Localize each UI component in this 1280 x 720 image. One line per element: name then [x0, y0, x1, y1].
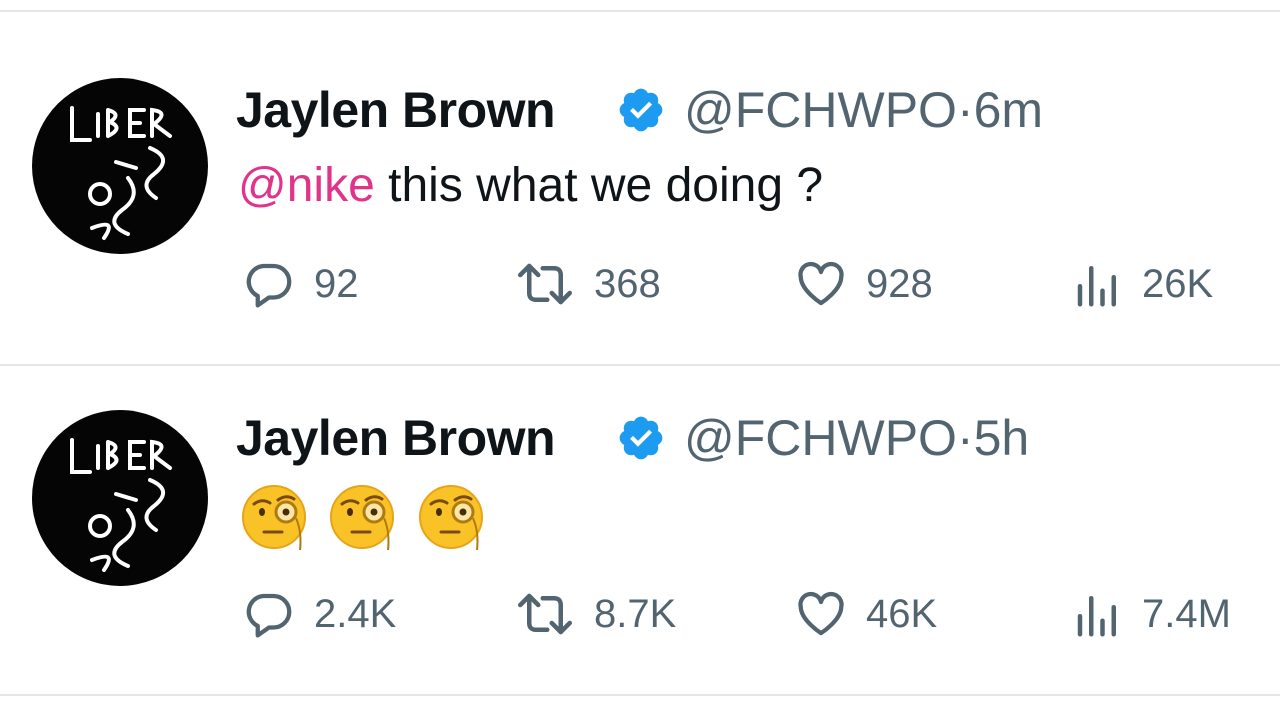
views-button[interactable]: 7.4M — [1070, 586, 1231, 642]
view-count: 26K — [1142, 261, 1214, 306]
retweet-count: 368 — [594, 261, 661, 306]
tweet-text-body: this what we doing ? — [374, 159, 824, 212]
view-count: 7.4M — [1142, 591, 1231, 636]
tweet-timestamp[interactable]: 6m — [974, 82, 1043, 138]
face-with-monocle-icon — [242, 485, 306, 551]
separator-dot: · — [956, 410, 974, 466]
verified-badge-icon — [619, 416, 663, 460]
like-button[interactable]: 46K — [792, 586, 937, 642]
reply-count: 92 — [314, 261, 359, 306]
face-with-monocle-icon — [330, 485, 395, 551]
author-name[interactable]: Jaylen Brown — [236, 80, 556, 140]
avatar[interactable] — [32, 410, 208, 586]
views-icon — [1077, 266, 1116, 307]
views-icon — [1077, 596, 1116, 637]
tweet-emojis — [240, 482, 501, 552]
author-handle[interactable]: @FCHWPO — [684, 410, 957, 466]
tweet-timestamp[interactable]: 5h — [974, 410, 1030, 466]
retweet-icon — [518, 593, 572, 635]
verified-badge-icon — [619, 88, 663, 132]
tweet[interactable]: Jaylen Brown @FCHWPO·5h 2.4K 8.7K 46K 7.… — [0, 364, 1280, 694]
reply-count: 2.4K — [314, 591, 397, 636]
retweet-button[interactable]: 368 — [512, 256, 661, 312]
like-button[interactable]: 928 — [792, 256, 933, 312]
reply-button[interactable]: 92 — [240, 256, 359, 312]
like-count: 928 — [866, 261, 933, 306]
reply-icon — [246, 263, 292, 308]
retweet-count: 8.7K — [594, 591, 677, 636]
like-icon — [798, 591, 844, 636]
retweet-button[interactable]: 8.7K — [512, 586, 676, 642]
tweet[interactable]: Jaylen Brown @FCHWPO·6m @nike this what … — [0, 30, 1280, 360]
like-icon — [798, 261, 844, 306]
reply-button[interactable]: 2.4K — [240, 586, 396, 642]
separator-dot: · — [956, 82, 974, 138]
mention-link[interactable]: @nike — [238, 159, 375, 212]
author-handle-row[interactable]: @FCHWPO·5h — [684, 408, 1029, 468]
bottom-divider — [0, 694, 1280, 696]
avatar[interactable] — [32, 78, 208, 254]
avatar-logo-icon — [70, 106, 172, 240]
tweet-text: @nike this what we doing ? — [238, 156, 823, 216]
author-handle-row[interactable]: @FCHWPO·6m — [684, 80, 1043, 140]
face-with-monocle-icon — [418, 485, 483, 551]
top-divider — [0, 10, 1280, 12]
retweet-icon — [518, 263, 572, 305]
reply-icon — [246, 593, 292, 638]
author-handle[interactable]: @FCHWPO — [684, 82, 957, 138]
views-button[interactable]: 26K — [1070, 256, 1213, 312]
avatar-logo-icon — [70, 438, 172, 572]
author-name[interactable]: Jaylen Brown — [236, 408, 556, 468]
like-count: 46K — [866, 591, 938, 636]
